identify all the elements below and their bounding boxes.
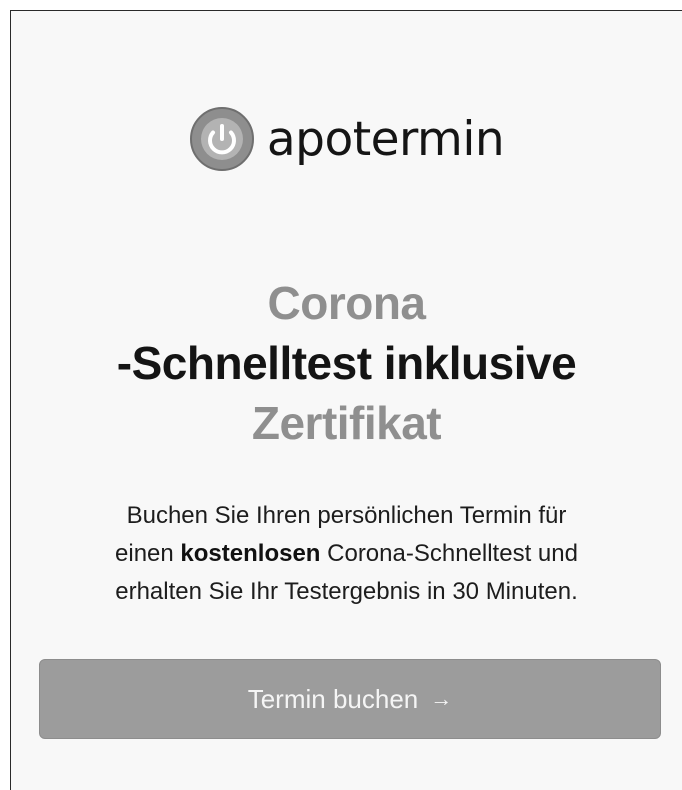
description-line-2-prefix: einen xyxy=(115,540,181,567)
description-line-1: Buchen Sie Ihren persönlichen Termin für xyxy=(126,502,567,529)
page-title: Corona -Schnelltest inklusive Zertifikat xyxy=(11,273,682,453)
book-appointment-label: Termin buchen xyxy=(247,683,419,714)
book-appointment-button[interactable]: Termin buchen → xyxy=(39,659,661,739)
description-line-2-suffix: Corona-Schnelltest und xyxy=(320,540,578,567)
description-line-2: einen kostenlosen Corona-Schnelltest und xyxy=(31,535,662,573)
description-text: Buchen Sie Ihren persönlichen Termin für… xyxy=(31,497,662,611)
brand-logo[interactable]: apotermin xyxy=(11,106,682,172)
title-line-corona: Corona xyxy=(267,277,427,329)
title-line-schnelltest: -Schnelltest inklusive xyxy=(116,337,577,389)
description-line-3: erhalten Sie Ihr Testergebnis in 30 Minu… xyxy=(115,578,578,605)
power-button-icon xyxy=(189,107,254,171)
arrow-right-icon: → xyxy=(430,686,453,711)
title-line-zertifikat: Zertifikat xyxy=(251,397,442,449)
page-frame: apotermin Corona -Schnelltest inklusive … xyxy=(10,10,682,790)
description-free-highlight: kostenlosen xyxy=(180,540,321,567)
brand-name: apotermin xyxy=(266,111,505,167)
